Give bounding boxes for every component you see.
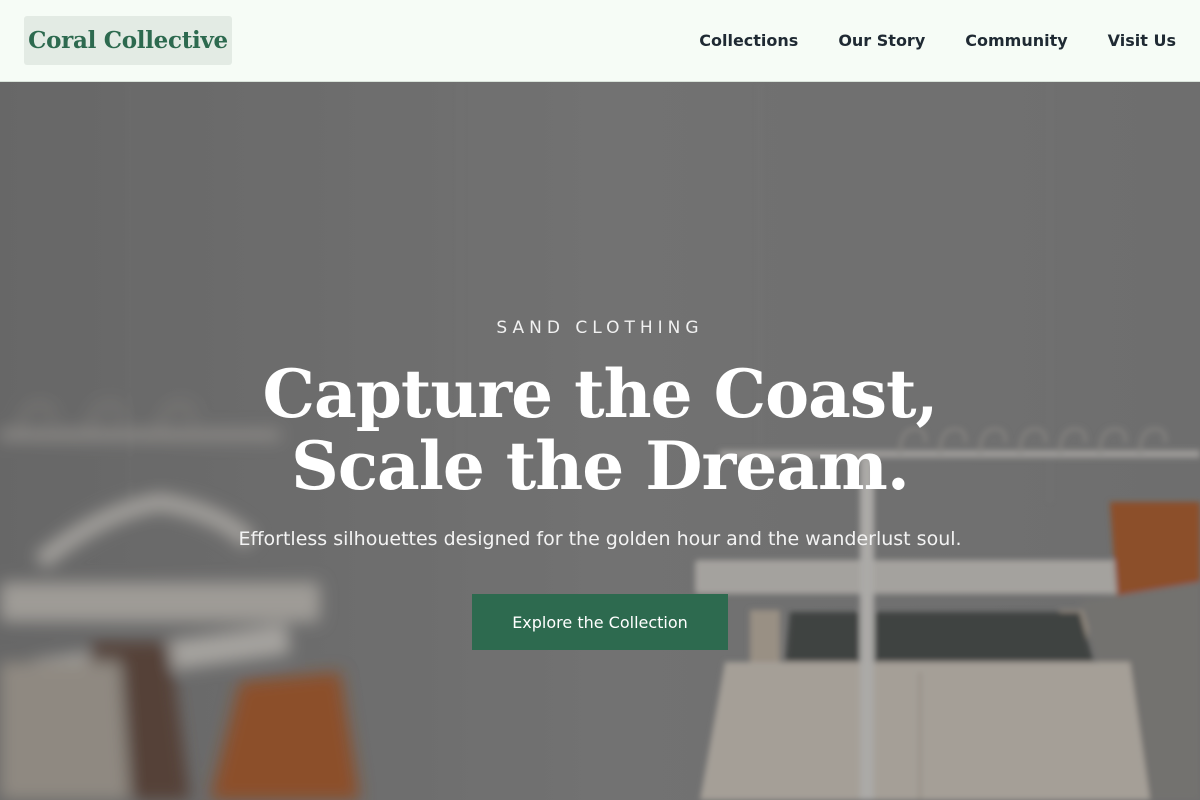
main-nav: Collections Our Story Community Visit Us <box>699 0 1176 80</box>
hero-headline-line1: Capture the Coast, <box>262 355 938 433</box>
nav-link-collections[interactable]: Collections <box>699 31 798 50</box>
nav-link-visit-us[interactable]: Visit Us <box>1108 31 1176 50</box>
nav-link-community[interactable]: Community <box>965 31 1067 50</box>
site-header: Coral Collective Collections Our Story C… <box>0 0 1200 82</box>
nav-link-our-story[interactable]: Our Story <box>838 31 925 50</box>
hero-eyebrow: SAND CLOTHING <box>496 318 704 338</box>
logo[interactable]: Coral Collective <box>24 16 232 65</box>
explore-collection-button[interactable]: Explore the Collection <box>472 594 728 650</box>
hero-subtitle: Effortless silhouettes designed for the … <box>238 528 962 550</box>
hero-headline-line2: Scale the Dream. <box>291 427 910 505</box>
hero-content: SAND CLOTHING Capture the Coast, Scale t… <box>0 82 1200 800</box>
hero-headline: Capture the Coast, Scale the Dream. <box>0 358 1200 502</box>
hero-section: SAND CLOTHING Capture the Coast, Scale t… <box>0 82 1200 800</box>
